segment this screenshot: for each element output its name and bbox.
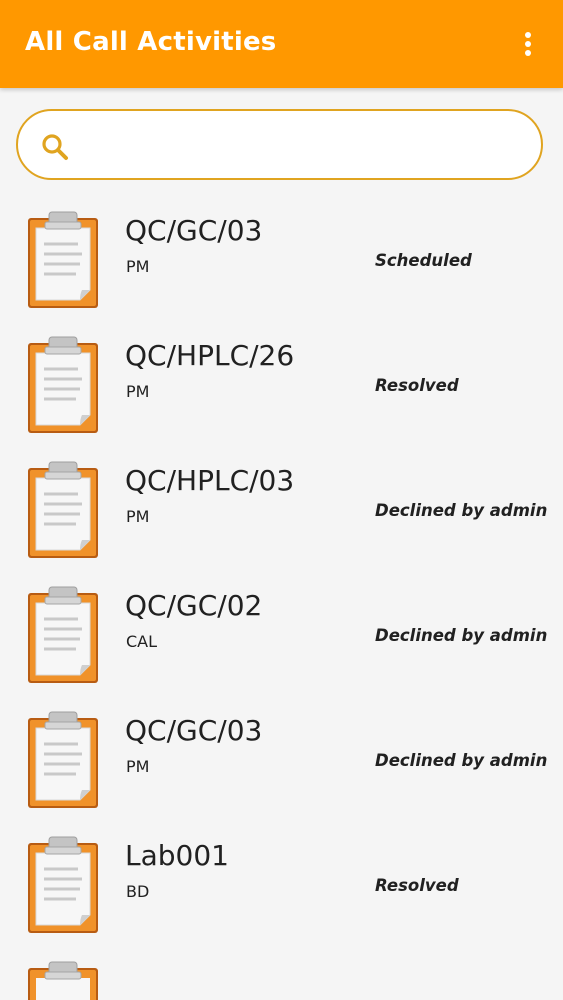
menu-dot <box>525 32 531 38</box>
activity-title: QC/GC/02 <box>125 589 263 622</box>
activity-title: Lab001 <box>125 839 229 872</box>
activity-status: Resolved <box>375 376 459 395</box>
activity-title: QC/HPLC/03 <box>125 464 295 497</box>
activity-type: CAL <box>126 632 158 651</box>
clipboard-icon <box>28 961 98 1000</box>
search-bar[interactable] <box>16 109 543 180</box>
search-input[interactable] <box>88 123 522 169</box>
list-item[interactable]: QC/GC/03 PM Scheduled <box>0 200 563 325</box>
clipboard-icon <box>28 336 98 433</box>
clipboard-icon <box>28 586 98 683</box>
activity-type: PM <box>126 382 150 401</box>
activity-type: PM <box>126 507 150 526</box>
clipboard-icon <box>28 211 98 308</box>
activity-title: QC/GC/03 <box>125 714 263 747</box>
activity-list: QC/GC/03 PM Scheduled QC/HPLC/26 PM Reso… <box>0 200 563 950</box>
list-item[interactable]: QC/HPLC/26 PM Resolved <box>0 325 563 450</box>
list-item[interactable]: QC/GC/02 CAL Declined by admin <box>0 575 563 700</box>
list-item[interactable]: Lab001 BD Resolved <box>0 825 563 950</box>
menu-dot <box>525 50 531 56</box>
clipboard-icon <box>28 711 98 808</box>
activity-title: QC/GC/03 <box>125 214 263 247</box>
list-item-partial[interactable] <box>0 960 563 1000</box>
activity-title: QC/HPLC/26 <box>125 339 295 372</box>
list-item[interactable]: QC/GC/03 PM Declined by admin <box>0 700 563 825</box>
activity-status: Scheduled <box>375 251 472 270</box>
activity-status: Declined by admin <box>375 751 548 770</box>
activity-type: PM <box>126 257 150 276</box>
activity-type: BD <box>126 882 150 901</box>
activity-status: Resolved <box>375 876 459 895</box>
activity-type: PM <box>126 757 150 776</box>
clipboard-icon <box>28 461 98 558</box>
more-vert-icon[interactable] <box>508 24 548 64</box>
search-icon <box>42 134 68 160</box>
menu-dot <box>525 41 531 47</box>
clipboard-icon <box>28 836 98 933</box>
activity-status: Declined by admin <box>375 626 548 645</box>
app-bar: All Call Activities <box>0 0 563 88</box>
app-bar-title: All Call Activities <box>25 27 277 57</box>
activity-status: Declined by admin <box>375 501 548 520</box>
list-item[interactable]: QC/HPLC/03 PM Declined by admin <box>0 450 563 575</box>
